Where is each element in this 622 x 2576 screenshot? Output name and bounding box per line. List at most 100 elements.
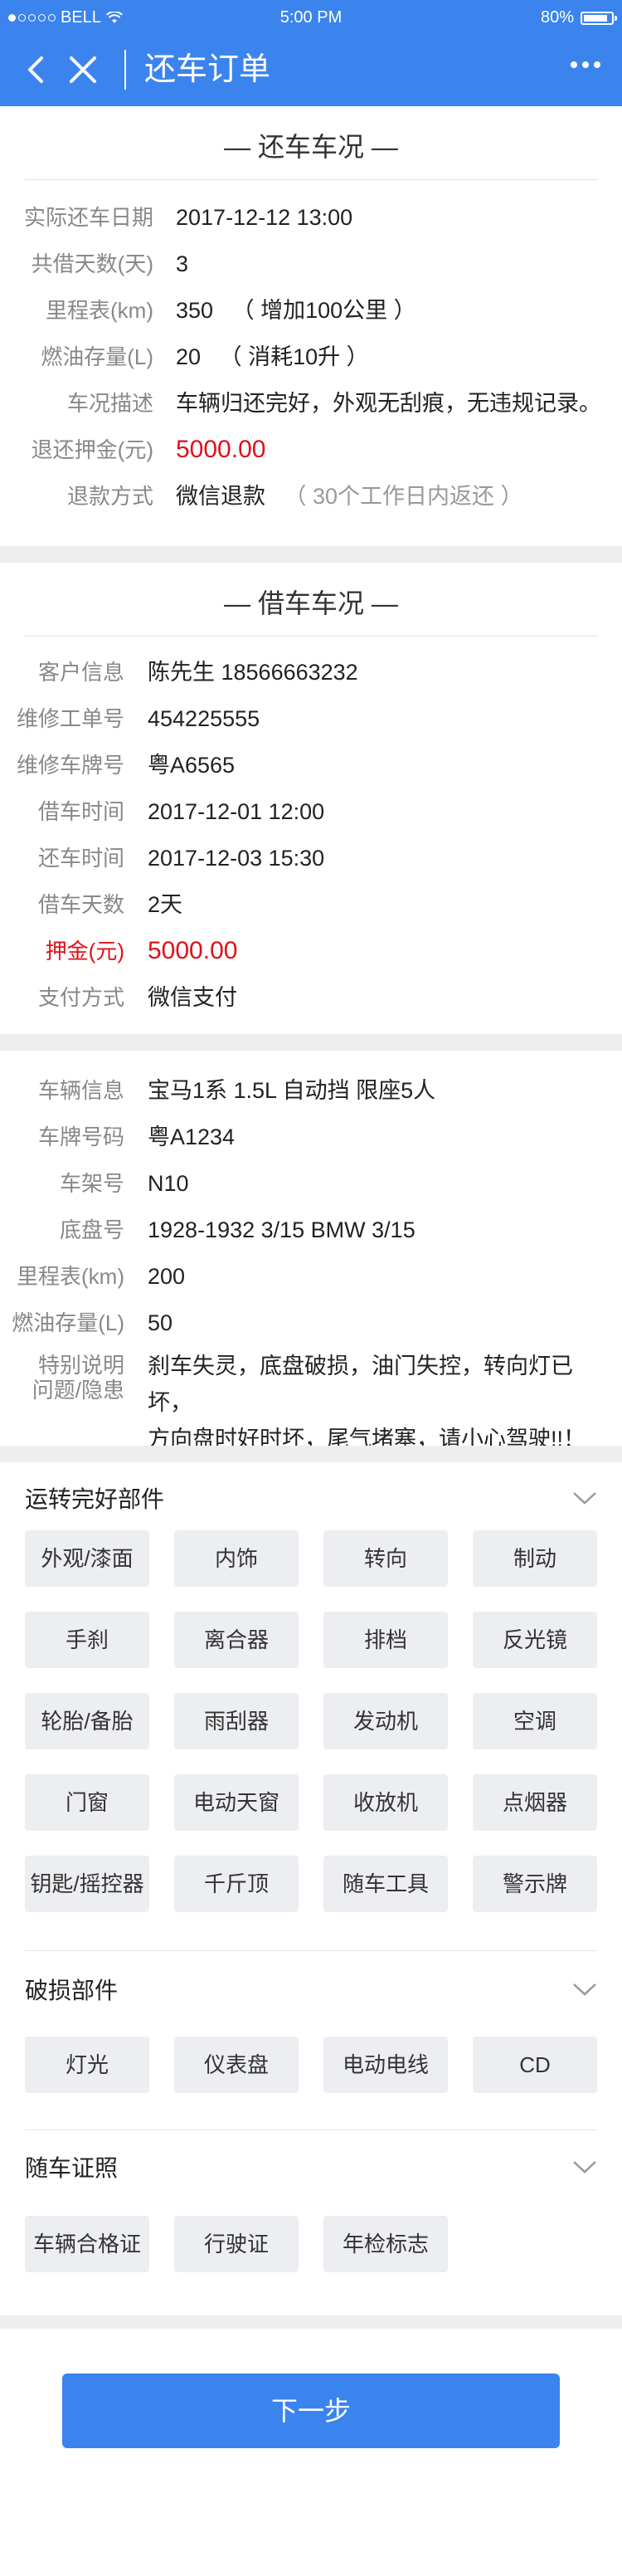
part-chip[interactable]: 千斤顶 [174,1856,299,1912]
refund-method-value: 微信退款 [176,484,265,509]
part-chip[interactable]: 钥匙/摇控器 [25,1856,149,1912]
refund-method-label: 退款方式 [66,484,153,509]
damaged-part-chip[interactable]: 电动电线 [323,2037,448,2093]
page-title: 还车订单 [144,52,271,87]
part-chip[interactable]: 外观/漆面 [25,1530,149,1587]
return-date-row: 实际还车日期 2017-12-12 13:00 [0,194,622,241]
special-notes-label: 特别说明 问题/隐患 [0,1353,124,1403]
part-chip[interactable]: 收放机 [323,1774,448,1831]
borrow-time-row: 借车时间 2017-12-01 12:00 [0,788,622,835]
borrow-time-value: 2017-12-01 12:00 [148,799,325,824]
frame-number-value: N10 [148,1171,189,1196]
part-chip[interactable]: 门窗 [25,1774,149,1831]
divider [25,636,597,637]
return-time-label: 还车时间 [37,846,124,871]
mileage-row: 里程表(km) 350 （ 增加100公里 ） [0,287,622,334]
section-gap [0,546,622,563]
back-icon[interactable] [20,53,53,86]
close-icon[interactable] [66,53,100,86]
fuel-value: 20 [176,344,202,369]
app-header: BELL 5:00 PM 80% 还车订单 [0,0,622,106]
nav-bar: 还车订单 [0,33,622,106]
part-chip[interactable]: 转向 [323,1530,448,1587]
customer-value: 陈先生 18566663232 [148,660,358,685]
part-chip[interactable]: 随车工具 [323,1856,448,1912]
nav-divider [124,50,126,90]
damaged-part-chip[interactable]: CD [473,2037,597,2093]
special-notes-label-line1: 特别说明 [37,1353,124,1378]
mileage-value: 350 [176,298,214,323]
borrow-time-label: 借车时间 [37,799,124,824]
borrow-days-label: 借车天数 [37,892,124,917]
borrow-days-row: 共借天数(天) 3 [0,241,622,287]
damaged-parts-title: 破损部件 [25,1978,119,2003]
more-icon[interactable] [571,61,600,68]
chassis-number-value: 1928-1932 3/15 BMW 3/15 [148,1217,415,1242]
part-chip[interactable]: 轮胎/备胎 [25,1693,149,1749]
plate-number-row: 车牌号码 粤A1234 [0,1114,622,1160]
chevron-down-icon[interactable] [572,1982,597,1997]
chevron-down-icon[interactable] [572,1490,597,1505]
documents-header[interactable]: 随车证照 [25,2148,597,2189]
return-time-row: 还车时间 2017-12-03 15:30 [0,835,622,881]
section-gap [0,1034,622,1051]
mileage-value-group: 350 （ 增加100公里 ） [176,287,416,334]
fuel-label: 燃油存量(L) [41,344,153,369]
repair-plate-row: 维修车牌号 粤A6565 [0,742,622,788]
damaged-part-chip[interactable]: 仪表盘 [174,2037,299,2093]
fuel-note: （ 消耗10升 ） [219,344,369,369]
vehicle-fuel-value: 50 [148,1310,173,1335]
payment-method-value: 微信支付 [148,985,237,1010]
part-chip[interactable]: 制动 [473,1530,597,1587]
work-order-value: 454225555 [148,706,260,731]
condition-row: 车况描述 车辆归还完好，外观无刮痕，无违规记录。 [0,380,622,427]
refund-deposit-row: 退还押金(元) 5000.00 [0,427,622,473]
part-chip[interactable]: 离合器 [174,1612,299,1668]
part-chip[interactable]: 电动天窗 [174,1774,299,1831]
work-order-row: 维修工单号 454225555 [0,695,622,742]
vehicle-mileage-row: 里程表(km) 200 [0,1253,622,1300]
part-chip[interactable]: 点烟器 [473,1774,597,1831]
part-chip[interactable]: 内饰 [174,1530,299,1587]
special-notes-line1: 刹车失灵，底盘破损，油门失控，转向灯已坏， [148,1354,573,1415]
refund-deposit-value: 5000.00 [176,436,266,463]
condition-label: 车况描述 [66,391,153,416]
payment-method-row: 支付方式 微信支付 [0,974,622,1021]
status-right: 80% [541,8,617,27]
part-chip[interactable]: 雨刮器 [174,1693,299,1749]
next-step-button[interactable]: 下一步 [62,2374,560,2448]
section-gap [0,1446,622,1462]
deposit-row: 押金(元) 5000.00 [0,928,622,974]
vehicle-mileage-label: 里程表(km) [17,1264,124,1289]
document-chip[interactable]: 年检标志 [323,2216,448,2272]
refund-method-note: （ 30个工作日内返还 ） [284,484,523,509]
return-section-title: — 还车车况 — [224,132,398,162]
part-chip[interactable]: 排档 [323,1612,448,1668]
part-chip[interactable]: 反光镜 [473,1612,597,1668]
borrow-days-value: 3 [176,251,189,276]
return-date-value: 2017-12-12 13:00 [176,205,353,230]
plate-number-value: 粤A1234 [148,1125,236,1149]
borrow-days-row: 借车天数 2天 [0,881,622,928]
vehicle-info-label: 车辆信息 [37,1078,124,1103]
document-chip[interactable]: 车辆合格证 [25,2216,149,2272]
return-date-label: 实际还车日期 [23,205,153,230]
vehicle-fuel-label: 燃油存量(L) [12,1310,124,1335]
damaged-parts-header[interactable]: 破损部件 [25,1970,597,2012]
mileage-note: （ 增加100公里 ） [231,298,416,323]
borrow-section-title: — 借车车况 — [224,588,398,618]
part-chip[interactable]: 警示牌 [473,1856,597,1912]
battery-icon [581,11,617,25]
document-chip[interactable]: 行驶证 [174,2216,299,2272]
damaged-part-chip[interactable]: 灯光 [25,2037,149,2093]
part-chip[interactable]: 手刹 [25,1612,149,1668]
condition-value: 车辆归还完好，外观无刮痕，无违规记录。 [176,391,601,416]
chevron-down-icon[interactable] [572,2159,597,2174]
part-chip[interactable]: 空调 [473,1693,597,1749]
refund-method-row: 退款方式 微信退款 （ 30个工作日内返还 ） [0,473,622,520]
fuel-value-group: 20 （ 消耗10升 ） [176,334,369,380]
mileage-label: 里程表(km) [46,298,153,323]
special-notes-value: 刹车失灵，底盘破损，油门失控，转向灯已坏， 方向盘时好时坏，尾气堵塞，请小心驾驶!… [148,1348,612,1457]
good-parts-header[interactable]: 运转完好部件 [25,1479,597,1520]
part-chip[interactable]: 发动机 [323,1693,448,1749]
